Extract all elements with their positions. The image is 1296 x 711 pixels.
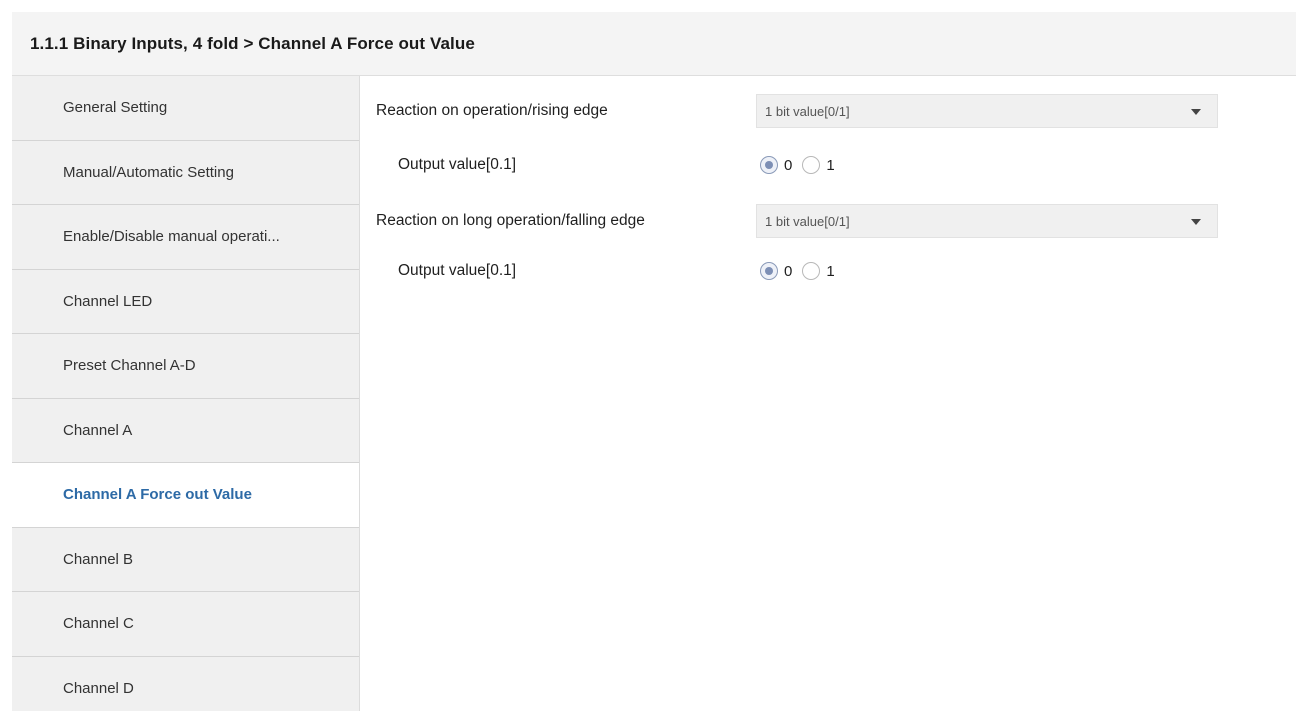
falling-output-radio-0[interactable]: 0 xyxy=(760,262,792,280)
sidebar-item-preset-channel[interactable]: Preset Channel A-D xyxy=(12,334,359,399)
falling-edge-select[interactable]: 1 bit value[0/1] xyxy=(756,204,1218,238)
sidebar-item-label: Manual/Automatic Setting xyxy=(63,163,234,181)
sidebar-item-enable-disable-manual[interactable]: Enable/Disable manual operati... xyxy=(12,205,359,270)
parameter-panel: Reaction on operation/rising edge 1 bit … xyxy=(376,76,1296,711)
radio-label: 1 xyxy=(826,156,835,174)
page-header: 1.1.1 Binary Inputs, 4 fold > Channel A … xyxy=(12,12,1296,76)
sidebar-item-channel-b[interactable]: Channel B xyxy=(12,528,359,592)
sidebar-item-channel-a[interactable]: Channel A xyxy=(12,399,359,463)
sidebar-item-label: Channel LED xyxy=(63,292,153,310)
sidebar-item-label: Channel D xyxy=(63,679,134,697)
dropdown-arrow-icon xyxy=(1191,219,1201,225)
sidebar-item-label: Channel A Force out Value xyxy=(63,486,252,504)
falling-edge-label: Reaction on long operation/falling edge xyxy=(376,212,645,229)
param-row-falling-output: Output value[0.1] xyxy=(376,254,516,288)
sidebar-item-channel-c[interactable]: Channel C xyxy=(12,592,359,657)
radio-checked-icon xyxy=(760,156,778,174)
sidebar-item-general-setting[interactable]: General Setting xyxy=(12,76,359,141)
param-row-rising-output: Output value[0.1] xyxy=(376,148,516,182)
param-row-rising: Reaction on operation/rising edge xyxy=(376,94,608,128)
rising-edge-value: 1 bit value[0/1] xyxy=(765,103,850,119)
falling-output-radio-1[interactable]: 1 xyxy=(802,262,835,280)
radio-label: 1 xyxy=(826,262,835,280)
sidebar-item-label: Preset Channel A-D xyxy=(63,357,196,375)
rising-output-radio-1[interactable]: 1 xyxy=(802,156,835,174)
sidebar-item-label: Channel A xyxy=(63,421,133,439)
sidebar-item-label: Channel C xyxy=(63,615,134,633)
top-strip xyxy=(0,0,1296,12)
param-row-falling: Reaction on long operation/falling edge xyxy=(376,204,645,238)
radio-checked-icon xyxy=(760,262,778,280)
sidebar-item-label: Enable/Disable manual operati... xyxy=(63,228,280,246)
sidebar-item-label: Channel B xyxy=(63,550,134,568)
falling-output-radio-group: 0 1 xyxy=(760,254,845,288)
sidebar-item-channel-a-force-out[interactable]: Channel A Force out Value xyxy=(12,463,359,528)
radio-label: 0 xyxy=(784,262,793,280)
falling-output-label: Output value[0.1] xyxy=(398,262,517,279)
radio-label: 0 xyxy=(784,156,793,174)
sidebar-item-manual-automatic-setting[interactable]: Manual/Automatic Setting xyxy=(12,141,359,205)
sidebar: General Setting Manual/Automatic Setting… xyxy=(12,76,360,711)
radio-unchecked-icon xyxy=(802,262,821,280)
sidebar-item-label: General Setting xyxy=(63,99,168,117)
dropdown-arrow-icon xyxy=(1191,109,1201,115)
rising-output-radio-0[interactable]: 0 xyxy=(760,156,792,174)
rising-output-radio-group: 0 1 xyxy=(760,148,845,182)
breadcrumb-title: 1.1.1 Binary Inputs, 4 fold > Channel A … xyxy=(30,33,475,53)
falling-edge-value: 1 bit value[0/1] xyxy=(765,213,850,229)
radio-unchecked-icon xyxy=(802,156,821,174)
rising-edge-select[interactable]: 1 bit value[0/1] xyxy=(756,94,1218,128)
sidebar-item-channel-led[interactable]: Channel LED xyxy=(12,270,359,334)
rising-edge-label: Reaction on operation/rising edge xyxy=(376,102,608,119)
sidebar-item-channel-d[interactable]: Channel D xyxy=(12,657,359,711)
rising-output-label: Output value[0.1] xyxy=(398,156,517,173)
